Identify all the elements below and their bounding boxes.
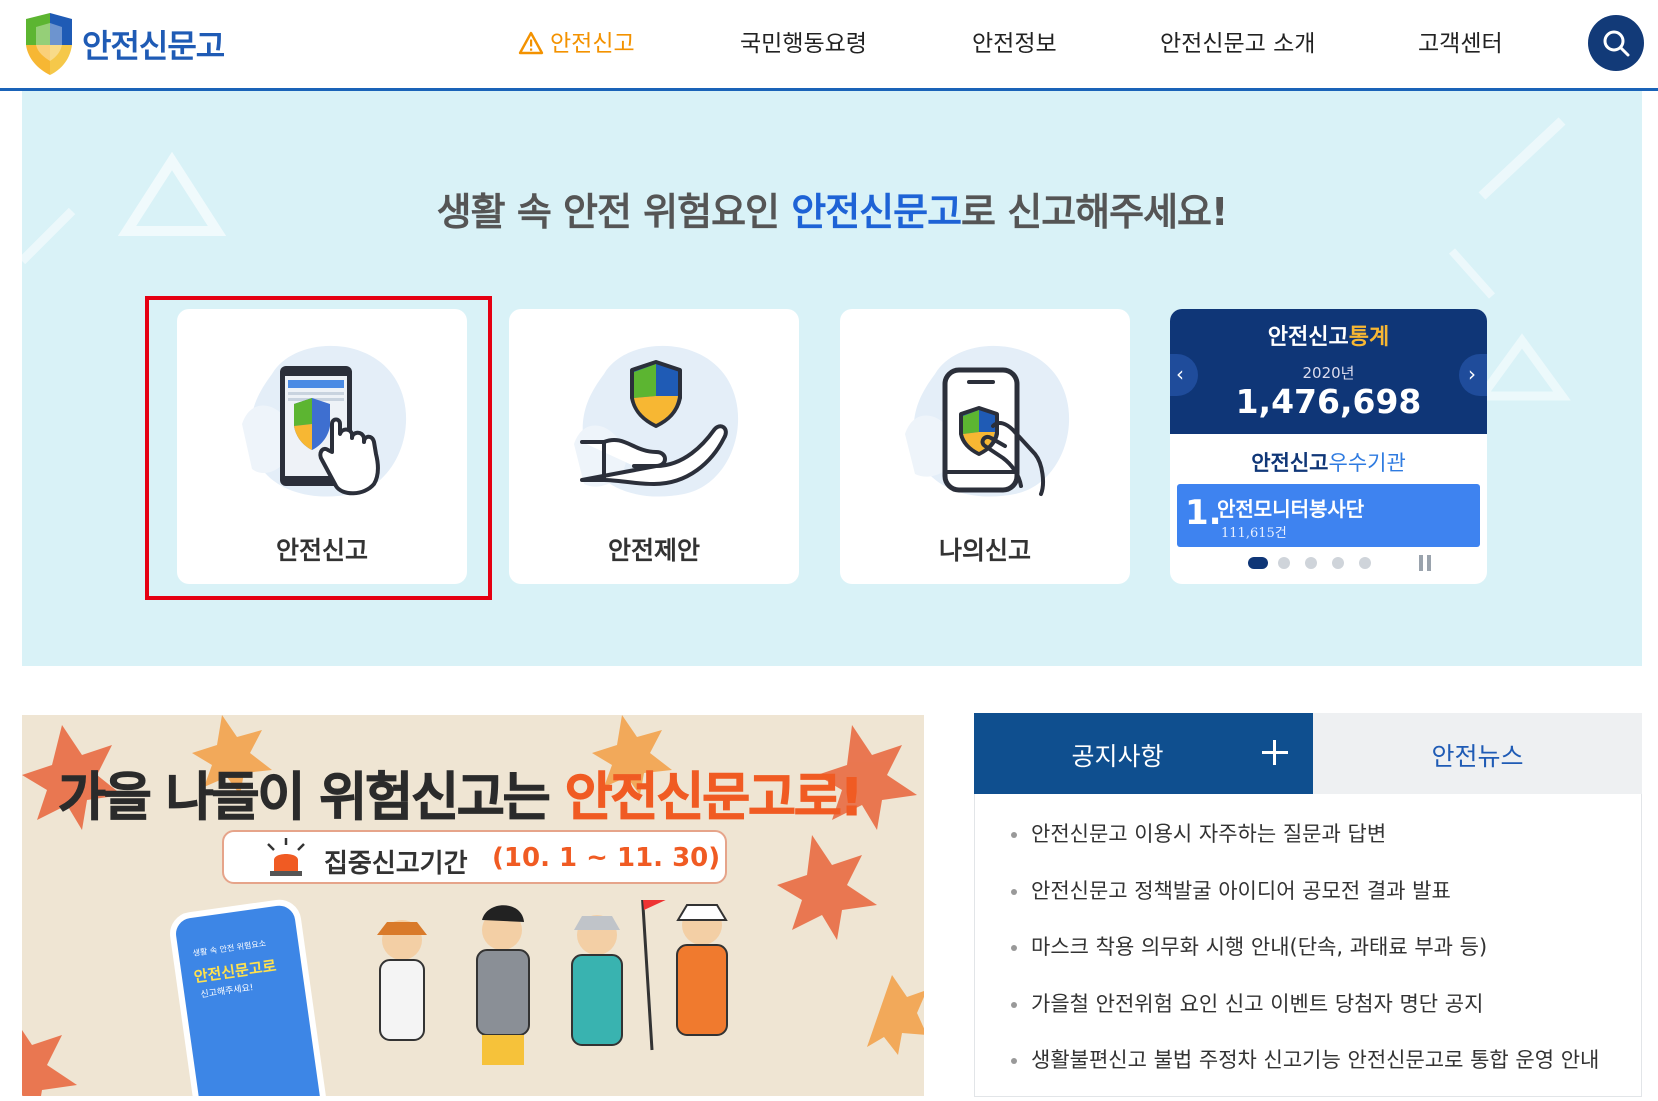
stats-widget: 안전신고통계 2020년 1,476,698 ‹ › 안전신고우수기관 1. 안…: [1170, 309, 1487, 584]
slide-dot[interactable]: [1248, 557, 1268, 569]
notice-item[interactable]: 안전신문고 이용시 자주하는 질문과 답변: [1009, 818, 1599, 875]
notice-list-container: 안전신문고 이용시 자주하는 질문과 답변 안전신문고 정책발굴 아이디어 공모…: [974, 794, 1642, 1097]
card-safety-report[interactable]: 안전신고: [177, 309, 467, 584]
top-org-item[interactable]: 1. 안전모니터봉사단 111,615건: [1177, 484, 1480, 547]
notice-item[interactable]: 생활불편신고 불법 주정차 신고기능 안전신문고로 통합 운영 안내: [1009, 1044, 1599, 1101]
card-safety-proposal[interactable]: 안전제안: [509, 309, 799, 584]
stats-title: 안전신고통계: [1170, 319, 1487, 351]
hero-title: 생활 속 안전 위험요인 안전신문고로 신고해주세요!: [22, 181, 1642, 236]
siren-icon: [267, 838, 305, 876]
nav-item-safety-report[interactable]: 안전신고: [518, 24, 635, 64]
period-dates: (10. 1 ~ 11. 30): [492, 843, 721, 873]
stats-title-accent: 통계: [1348, 325, 1390, 350]
hand-shield-icon: [574, 345, 739, 497]
chevron-right-icon: ›: [1468, 362, 1476, 386]
site-logo[interactable]: 안전신문고: [20, 10, 225, 78]
stats-count: 1,476,698: [1235, 382, 1422, 421]
nav-item-customer-center[interactable]: 고객센터: [1418, 24, 1503, 64]
card-my-reports[interactable]: 나의신고: [840, 309, 1130, 584]
tab-label: 안전뉴스: [1431, 742, 1524, 771]
phone-small-text: 생활 속 안전 위험요소: [192, 938, 267, 959]
org-title-accent: 우수기관: [1328, 451, 1406, 475]
card-label: 안전신고: [275, 536, 368, 565]
nav-item-about[interactable]: 안전신문고 소개: [1160, 24, 1315, 64]
stats-title-main: 안전신고: [1267, 325, 1349, 350]
plus-icon[interactable]: [1262, 735, 1288, 769]
hikers-illustration: [377, 900, 728, 1065]
org-title-main: 안전신고: [1251, 451, 1329, 475]
slide-dot[interactable]: [1332, 557, 1344, 569]
tab-notice[interactable]: 공지사항: [974, 713, 1313, 794]
hero-section: 생활 속 안전 위험요인 안전신문고로 신고해주세요! 안전신고 안전제안 나의…: [22, 91, 1642, 666]
stats-year: 2020년: [1302, 364, 1355, 382]
search-icon: [1603, 30, 1630, 57]
banner-title-accent: 안전신문고로!: [564, 768, 864, 829]
search-button[interactable]: [1588, 15, 1644, 71]
notice-item[interactable]: 가을철 안전위험 요인 신고 이벤트 당첨자 명단 공지: [1009, 988, 1599, 1045]
site-header: 안전신문고 안전신고 국민행동요령 안전정보 안전신문고 소개 고객센터: [0, 0, 1658, 88]
notice-panel: 공지사항 안전뉴스 안전신문고 이용시 자주하는 질문과 답변 안전신문고 정책…: [974, 713, 1642, 1097]
slide-dot[interactable]: [1305, 557, 1317, 569]
notice-item[interactable]: 마스크 착용 의무화 시행 안내(단속, 과태료 부과 등): [1009, 931, 1599, 988]
tab-safety-news[interactable]: 안전뉴스: [1313, 713, 1642, 794]
tab-label: 공지사항: [1071, 742, 1164, 771]
banner-title: 가을 나들이 위험신고는 안전신문고로!: [58, 755, 864, 830]
top-org-title: 안전신고우수기관: [1170, 447, 1487, 477]
logo-text: 안전신문고: [82, 27, 225, 65]
notice-item[interactable]: 안전신문고 정책발굴 아이디어 공모전 결과 발표: [1009, 875, 1599, 932]
shield-logo-icon: [26, 13, 72, 75]
slide-dot[interactable]: [1359, 557, 1371, 569]
nav-item-safety-info[interactable]: 안전정보: [972, 24, 1057, 64]
nav-label: 안전신고: [550, 31, 635, 57]
autumn-event-banner[interactable]: 가을 나들이 위험신고는 안전신문고로! 집중신고기간 (10. 1 ~ 11.…: [22, 715, 924, 1096]
nav-item-action-guide[interactable]: 국민행동요령: [740, 24, 867, 64]
stats-header: 안전신고통계 2020년 1,476,698 ‹ ›: [1170, 309, 1487, 434]
report-period-pill: 집중신고기간 (10. 1 ~ 11. 30): [222, 830, 727, 884]
warning-icon: [518, 31, 544, 54]
banner-title-main: 가을 나들이 위험신고는: [58, 768, 565, 829]
phone-touch-icon: [242, 345, 407, 497]
card-label: 나의신고: [938, 536, 1031, 565]
pause-icon[interactable]: [1418, 555, 1432, 571]
period-label: 집중신고기간: [324, 849, 468, 879]
hero-title-prefix: 생활 속 안전 위험요인: [436, 190, 792, 234]
my-report-icon: [905, 345, 1070, 497]
org-count: 111,615건: [1221, 526, 1287, 541]
slide-dot[interactable]: [1278, 557, 1290, 569]
org-name: 안전모니터봉사단: [1217, 497, 1365, 521]
card-label: 안전제안: [607, 536, 700, 565]
notice-list: 안전신문고 이용시 자주하는 질문과 답변 안전신문고 정책발굴 아이디어 공모…: [1009, 818, 1599, 1101]
hero-title-suffix: 로 신고해주세요!: [961, 190, 1228, 234]
hero-title-highlight: 안전신문고: [791, 190, 962, 234]
chevron-left-icon: ‹: [1176, 362, 1184, 386]
